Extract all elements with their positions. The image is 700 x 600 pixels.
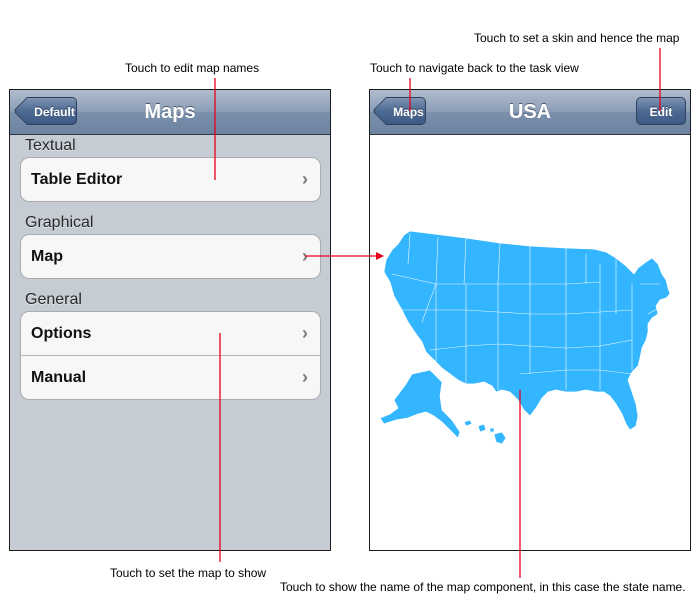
- chevron-right-icon: ›: [302, 246, 308, 266]
- hawaii-shape[interactable]: [489, 427, 495, 433]
- map-label: Map: [31, 248, 63, 265]
- callout-skin: Touch to set a skin and hence the map: [474, 31, 680, 45]
- section-header-graphical: Graphical: [25, 214, 94, 231]
- table-editor-label: Table Editor: [31, 171, 123, 188]
- back-button-label: Default: [34, 105, 75, 119]
- manual-label: Manual: [31, 369, 87, 386]
- map-row[interactable]: Map ›: [21, 235, 320, 278]
- usa-map-screen: USA Maps Edit: [369, 89, 691, 551]
- usa-map[interactable]: [370, 134, 690, 550]
- chevron-right-icon: ›: [302, 169, 308, 189]
- callout-edit-map-names: Touch to edit map names: [125, 61, 260, 75]
- hawaii-shape[interactable]: [463, 419, 473, 427]
- maps-screen: Maps Default Textual Table Editor › Grap…: [9, 89, 331, 551]
- manual-row[interactable]: Manual ›: [21, 355, 320, 399]
- navigation-bar: Maps Default: [10, 90, 330, 135]
- maps-back-button[interactable]: Maps: [386, 97, 426, 125]
- callout-navigate-back: Touch to navigate back to the task view: [370, 61, 579, 75]
- section-header-general: General: [25, 291, 82, 308]
- hawaii-shape[interactable]: [477, 423, 487, 433]
- alaska-shape[interactable]: [379, 369, 461, 439]
- group-textual: Table Editor ›: [20, 157, 321, 202]
- options-label: Options: [31, 325, 92, 342]
- back-button-label: Maps: [393, 105, 424, 119]
- callout-show-name: Touch to show the name of the map compon…: [280, 580, 686, 594]
- callout-set-map: Touch to set the map to show: [110, 566, 267, 580]
- section-header-textual: Textual: [25, 137, 76, 154]
- hawaii-shape[interactable]: [493, 431, 507, 445]
- edit-button[interactable]: Edit: [636, 97, 686, 125]
- table-editor-row[interactable]: Table Editor ›: [21, 158, 320, 201]
- options-row[interactable]: Options ›: [21, 312, 320, 355]
- group-graphical: Map ›: [20, 234, 321, 279]
- default-back-button[interactable]: Default: [27, 97, 77, 125]
- group-general: Options › Manual ›: [20, 311, 321, 400]
- navigation-bar: USA Maps Edit: [370, 90, 690, 135]
- chevron-right-icon: ›: [302, 367, 308, 387]
- chevron-right-icon: ›: [302, 323, 308, 343]
